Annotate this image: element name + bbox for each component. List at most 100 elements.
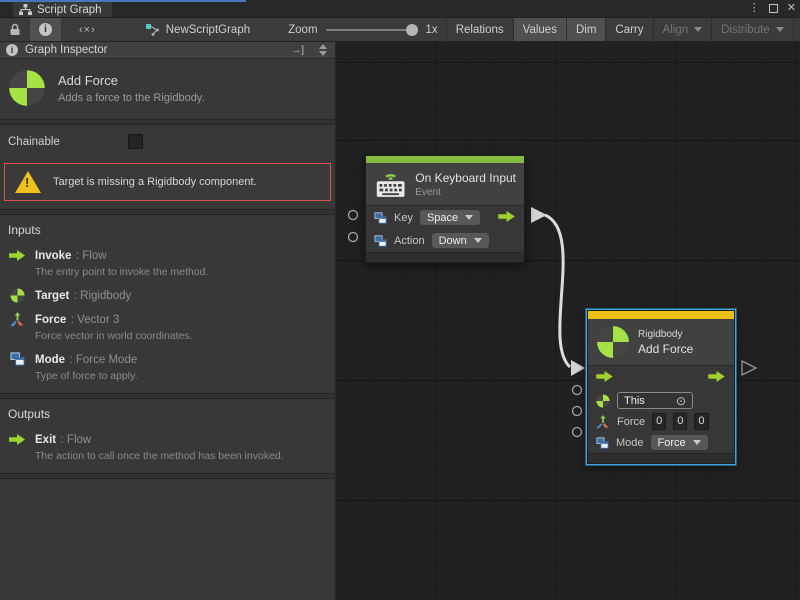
mode-row: Mode Force bbox=[588, 432, 734, 453]
flow-in-port-connected[interactable] bbox=[571, 360, 585, 376]
port-circle[interactable] bbox=[349, 233, 358, 242]
force-x-input[interactable]: 0 bbox=[652, 413, 666, 430]
force-y-input[interactable]: 0 bbox=[673, 413, 687, 430]
object-picker-icon[interactable]: ⊙ bbox=[676, 394, 686, 408]
action-label: Action bbox=[394, 235, 425, 247]
input-item-target: Target : Rigidbody bbox=[0, 281, 335, 305]
event-node-strip bbox=[366, 156, 524, 163]
graph-toolbar: ‹×› NewScriptGraph Zoom 1x Relatio bbox=[0, 17, 800, 42]
lock-button[interactable] bbox=[0, 18, 30, 41]
graph-name: NewScriptGraph bbox=[166, 24, 250, 36]
flow-arrow-icon[interactable] bbox=[596, 369, 614, 387]
panel-scroll-arrows[interactable] bbox=[319, 44, 327, 56]
relations-button[interactable]: Relations bbox=[446, 18, 514, 41]
flow-out-port-empty[interactable] bbox=[742, 361, 756, 375]
script-graph-asset-icon bbox=[146, 24, 160, 36]
node-on-keyboard-input[interactable]: On Keyboard Input Event Key Space bbox=[365, 155, 525, 263]
key-label: Key bbox=[394, 212, 413, 224]
input-item-force: Force : Vector 3 bbox=[0, 305, 335, 329]
node-footer bbox=[588, 453, 734, 463]
flow-row bbox=[588, 366, 734, 390]
rigidbody-icon bbox=[8, 69, 46, 107]
chevron-down-icon bbox=[465, 215, 473, 220]
inputs-heading: Inputs bbox=[0, 215, 335, 241]
chainable-checkbox[interactable] bbox=[128, 134, 143, 149]
maximize-icon[interactable] bbox=[769, 4, 778, 13]
unit-description: Adds a force to the Rigidbody. bbox=[58, 92, 205, 104]
close-icon[interactable]: ✕ bbox=[787, 3, 796, 14]
port-circle[interactable] bbox=[573, 386, 582, 395]
inspector-header: Graph Inspector →] bbox=[0, 42, 335, 59]
zoom-control: Zoom 1x bbox=[260, 24, 446, 36]
chainable-label: Chainable bbox=[8, 136, 128, 148]
zoom-slider-handle[interactable] bbox=[406, 24, 418, 36]
input-item-mode: Mode : Force Mode bbox=[0, 345, 335, 369]
overview-button[interactable]: Overview bbox=[794, 18, 800, 41]
key-row: Key Space bbox=[366, 206, 524, 229]
dim-button[interactable]: Dim bbox=[567, 18, 606, 41]
flow-arrow-icon[interactable] bbox=[708, 369, 726, 387]
vector3-icon bbox=[596, 415, 610, 429]
inspector-toggle-button[interactable] bbox=[30, 18, 61, 41]
zoom-slider[interactable] bbox=[326, 29, 418, 31]
node-supertitle: Rigidbody bbox=[638, 329, 693, 340]
dock-panel-icon[interactable]: →] bbox=[291, 45, 304, 56]
port-circle[interactable] bbox=[349, 211, 358, 220]
force-row: Force 0 0 0 bbox=[588, 411, 734, 432]
distribute-dropdown[interactable]: Distribute bbox=[712, 18, 794, 41]
warning-icon bbox=[15, 171, 41, 193]
action-dropdown[interactable]: Down bbox=[432, 233, 489, 248]
graph-breadcrumb[interactable]: NewScriptGraph bbox=[136, 24, 260, 36]
arrow-up-icon bbox=[319, 44, 327, 49]
enum-icon bbox=[374, 212, 387, 224]
rigidbody-icon bbox=[8, 287, 26, 303]
input-item-description: Type of force to apply. bbox=[0, 369, 335, 385]
input-item-description: The entry point to invoke the method. bbox=[0, 265, 335, 281]
target-object-field[interactable]: This ⊙ bbox=[617, 392, 693, 409]
chevron-down-icon bbox=[694, 27, 702, 32]
port-circle[interactable] bbox=[573, 428, 582, 437]
lock-icon bbox=[9, 23, 21, 36]
node-footer bbox=[366, 252, 524, 262]
node-add-force[interactable]: Rigidbody Add Force This bbox=[587, 310, 735, 464]
target-row: This ⊙ bbox=[588, 390, 734, 411]
graph-inspector-panel: Graph Inspector →] Add Force Adds a forc… bbox=[0, 42, 335, 600]
output-item-exit: Exit : Flow bbox=[0, 425, 335, 449]
carry-button[interactable]: Carry bbox=[606, 18, 653, 41]
action-row: Action Down bbox=[366, 229, 524, 252]
mode-dropdown[interactable]: Force bbox=[651, 435, 708, 450]
graph-canvas[interactable]: On Keyboard Input Event Key Space bbox=[336, 42, 800, 600]
node-title: Add Force bbox=[638, 342, 693, 356]
input-item-description: Force vector in world coordinates. bbox=[0, 329, 335, 345]
tab-script-graph[interactable]: Script Graph bbox=[13, 2, 112, 17]
input-item-invoke: Invoke : Flow bbox=[0, 241, 335, 265]
flow-arrow-icon bbox=[8, 431, 26, 447]
code-icon: ‹×› bbox=[79, 24, 96, 36]
key-dropdown[interactable]: Space bbox=[420, 210, 480, 225]
port-circle[interactable] bbox=[573, 407, 582, 416]
force-label: Force bbox=[617, 416, 645, 428]
code-view-button[interactable]: ‹×› bbox=[61, 18, 114, 41]
flow-out-port-connected[interactable] bbox=[531, 207, 547, 223]
align-dropdown[interactable]: Align bbox=[654, 18, 713, 41]
flow-arrow-icon[interactable] bbox=[498, 209, 516, 227]
flow-connection-wire[interactable] bbox=[545, 215, 570, 367]
member-node-strip bbox=[588, 311, 734, 319]
enum-icon bbox=[374, 235, 387, 247]
unit-title: Add Force bbox=[58, 73, 205, 88]
tab-bar: Script Graph ⋮ ✕ bbox=[0, 0, 800, 17]
chevron-down-icon bbox=[474, 238, 482, 243]
mode-label: Mode bbox=[616, 437, 644, 449]
info-icon bbox=[6, 44, 18, 56]
node-header: On Keyboard Input Event bbox=[366, 163, 524, 206]
section-divider bbox=[0, 473, 335, 479]
force-z-input[interactable]: 0 bbox=[694, 413, 708, 430]
chevron-down-icon bbox=[693, 440, 701, 445]
window-controls: ⋮ ✕ bbox=[749, 1, 796, 16]
window-menu-icon[interactable]: ⋮ bbox=[749, 3, 760, 14]
rigidbody-icon bbox=[596, 394, 610, 408]
values-button[interactable]: Values bbox=[514, 18, 567, 41]
warning-text: Target is missing a Rigidbody component. bbox=[53, 176, 257, 188]
selected-unit-summary: Add Force Adds a force to the Rigidbody. bbox=[0, 59, 335, 119]
zoom-value: 1x bbox=[426, 24, 438, 36]
